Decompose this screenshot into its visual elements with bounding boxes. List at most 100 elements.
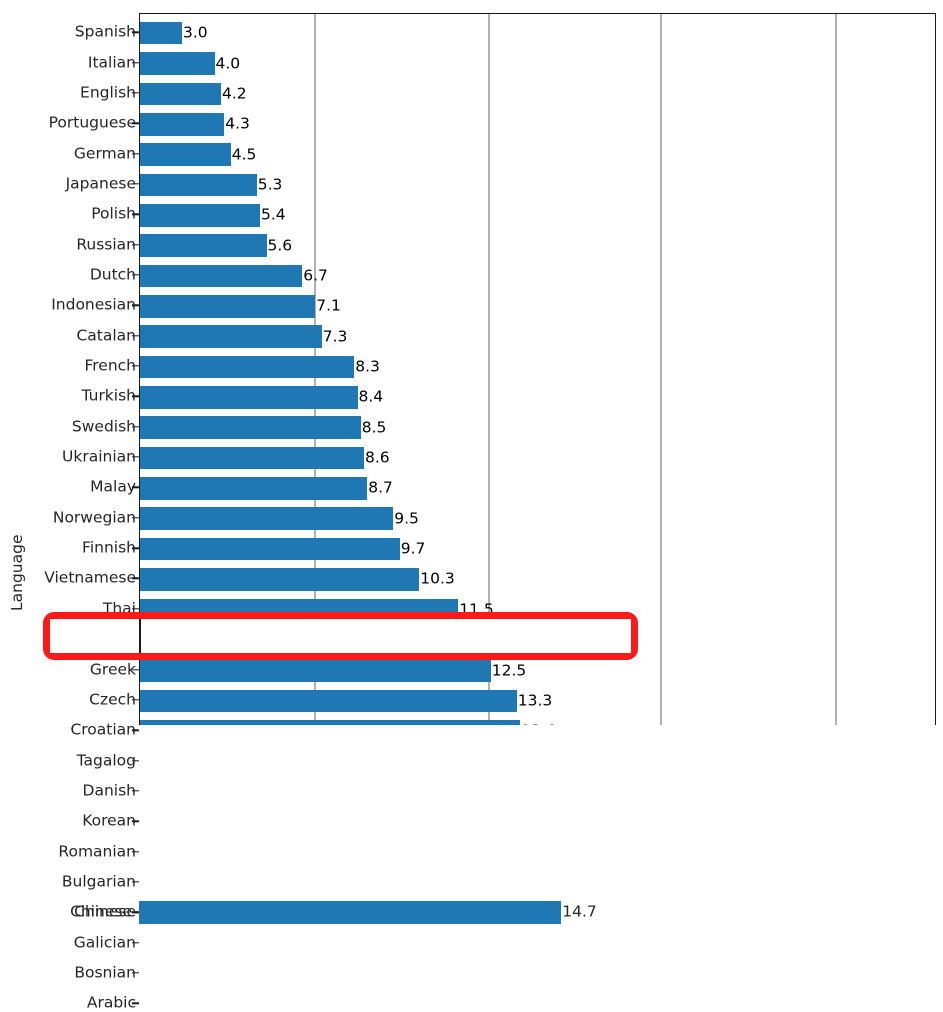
y-tick-mark [132, 152, 139, 155]
bar-row: 10.3 [140, 568, 935, 591]
bar-row: 11.5 [140, 598, 935, 622]
bar-value-label: 7.1 [316, 296, 341, 315]
y-tick-label-russian: Russian [76, 234, 136, 253]
y-tick-mark [132, 213, 139, 215]
y-tick-mark [132, 608, 139, 610]
y-tick-label-turkish: Turkish [81, 386, 137, 405]
y-tick-mark [132, 1002, 139, 1005]
y-tick-label-bosnian: Bosnian [74, 963, 136, 982]
bar-value-label: 8.4 [358, 387, 384, 406]
bar [140, 477, 368, 500]
y-tick-mark [132, 31, 139, 33]
y-tick-label-romanian: Romanian [58, 841, 136, 860]
y-tick-label-galician: Galician [73, 932, 136, 951]
bar-value-label: 6.7 [303, 266, 328, 285]
y-tick-mark [132, 486, 139, 489]
bar-value-label: 4.0 [215, 53, 241, 72]
bar-value-label: 8.5 [361, 417, 387, 436]
y-tick-label-norwegian: Norwegian [52, 508, 136, 527]
y-tick-mark [132, 243, 139, 246]
bar [140, 537, 400, 561]
bar [140, 719, 520, 725]
bar [140, 295, 316, 318]
bar-row: 8.7 [140, 477, 935, 500]
y-tick-mark [132, 426, 139, 428]
bar [140, 446, 364, 470]
y-tick-label-czech: Czech [89, 690, 136, 709]
bar-row: 5.4 [140, 203, 935, 227]
y-tick-label-indonesian: Indonesian [51, 295, 136, 314]
y-tick-label-french: French [84, 356, 136, 375]
y-tick-mark [132, 274, 139, 276]
y-tick-mark [132, 395, 139, 398]
y-tick-label-tagalog: Tagalog [76, 750, 136, 769]
y-tick-label-japanese: Japanese [65, 174, 136, 193]
bar-value-label: 12.5 [491, 660, 527, 679]
bar [140, 82, 221, 106]
bar-value-label: 8.6 [365, 448, 390, 467]
y-tick-label-danish: Danish [82, 781, 136, 800]
y-tick-label-english: English [80, 83, 136, 102]
y-tick-label-german: German [73, 143, 136, 162]
bar-value-label: 13.4 [520, 723, 556, 725]
bar-row: 4.2 [140, 82, 935, 106]
highlight-category-label: Chinese [70, 902, 132, 921]
y-tick-mark [132, 334, 139, 337]
bar-row: 8.6 [140, 446, 935, 470]
bar-row: 4.0 [140, 52, 935, 75]
bar [140, 112, 225, 136]
bar-row: 4.5 [140, 143, 935, 166]
y-tick-mark [132, 850, 139, 853]
y-tick-mark [132, 699, 139, 701]
y-tick-mark [132, 92, 139, 94]
y-tick-mark [132, 729, 139, 731]
y-tick-label-dutch: Dutch [89, 265, 136, 284]
bar-value-label: 9.5 [394, 509, 419, 528]
y-tick-mark [132, 668, 139, 671]
bar [140, 234, 267, 257]
y-tick-label-spanish: Spanish [74, 22, 136, 41]
y-tick-label-swedish: Swedish [71, 416, 136, 435]
y-tick-mark [132, 820, 139, 822]
axis-spine-segment [139, 619, 141, 653]
y-tick-label-italian: Italian [87, 52, 136, 71]
y-tick-label-finnish: Finnish [82, 538, 136, 557]
bar [140, 173, 257, 197]
bar-row: 7.3 [140, 325, 935, 348]
y-tick-label-korean: Korean [82, 811, 136, 830]
bar-row: 6.7 [140, 264, 935, 288]
bar-value-label: 3.0 [183, 23, 208, 42]
bar-value-label: 4.5 [231, 144, 257, 163]
y-tick-mark [132, 456, 139, 458]
y-tick-mark [132, 122, 139, 124]
y-tick-mark [132, 365, 139, 367]
bar-row: 13.3 [140, 689, 935, 713]
bar-value-label: 13.3 [517, 691, 553, 710]
highlighted-bar [139, 901, 562, 924]
y-tick-label-ukrainian: Ukrainian [62, 447, 136, 466]
bar [140, 507, 394, 531]
highlighted-tick-mark [132, 911, 139, 914]
bar [140, 568, 420, 591]
y-tick-mark [132, 759, 139, 762]
bar-value-label: 5.4 [261, 205, 286, 224]
bar [140, 143, 231, 166]
bar [140, 386, 358, 409]
bar-value-label: 8.3 [355, 357, 380, 376]
y-tick-label-arabic: Arabic [86, 993, 136, 1012]
bar-row: 7.1 [140, 295, 935, 318]
bar [140, 598, 459, 622]
bar [140, 203, 260, 227]
bar-row: 8.3 [140, 355, 935, 379]
y-tick-label-polish: Polish [91, 204, 136, 223]
bar-row: 12.5 [140, 659, 935, 682]
y-tick-mark [132, 881, 139, 883]
bar-row: 9.5 [140, 507, 935, 531]
y-tick-label-portuguese: Portuguese [48, 113, 136, 132]
bar-value-label: 10.3 [420, 569, 455, 588]
bar [140, 689, 517, 713]
bar-value-label: 9.7 [400, 539, 426, 558]
y-tick-mark [132, 304, 139, 307]
y-tick-mark [132, 547, 139, 549]
y-tick-mark [132, 790, 139, 792]
